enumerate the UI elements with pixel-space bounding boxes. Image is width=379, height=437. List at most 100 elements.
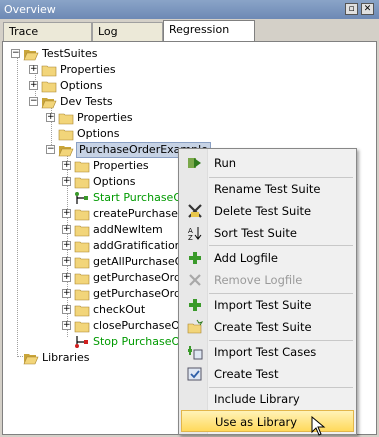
folder-icon bbox=[74, 273, 90, 285]
folder-icon bbox=[58, 129, 74, 141]
context-menu: Run Rename Test Suite Delete Test Suite … bbox=[178, 148, 357, 435]
menu-item-import-test-cases[interactable]: Import Test Cases bbox=[181, 341, 354, 363]
tree-node-suite-item[interactable]: + getPurchaseOrd bbox=[62, 270, 182, 286]
delete-icon bbox=[188, 204, 202, 218]
folder-icon bbox=[41, 81, 57, 93]
collapse-toggle[interactable]: − bbox=[29, 97, 38, 106]
pin-icon[interactable]: ▫ bbox=[345, 3, 358, 15]
panel-title-bar: Overview ▫ ✕ bbox=[0, 0, 379, 19]
tab-trace-analyzer[interactable]: Trace Analyzer bbox=[3, 22, 92, 56]
add-logfile-icon bbox=[189, 252, 201, 264]
menu-item-use-as-library[interactable]: Use as Library bbox=[181, 410, 354, 432]
tree-node-suite-item[interactable]: + closePurchaseO bbox=[62, 318, 182, 334]
tab-log-analyzer[interactable]: Log Analyzer bbox=[92, 22, 163, 56]
expand-toggle[interactable]: + bbox=[29, 65, 38, 74]
tree-node-properties[interactable]: + Properties bbox=[29, 62, 229, 78]
create-suite-icon bbox=[187, 319, 203, 334]
tree-node-suite-item[interactable]: + checkOut bbox=[62, 302, 182, 318]
folder-icon bbox=[41, 65, 57, 77]
tree-node-label: checkOut bbox=[93, 303, 146, 316]
start-flow-icon bbox=[75, 192, 88, 204]
menu-separator bbox=[209, 245, 353, 246]
folder-open-icon bbox=[23, 354, 39, 365]
folder-icon bbox=[74, 289, 90, 301]
tree-node-suite-item[interactable]: + getPurchaseOrd bbox=[62, 286, 182, 302]
folder-open-icon bbox=[23, 50, 39, 61]
tree-node-suite-item[interactable]: + Options bbox=[62, 174, 182, 190]
tree-node-label: getPurchaseOrd bbox=[93, 271, 181, 284]
expand-toggle[interactable]: + bbox=[62, 241, 71, 250]
stop-flow-icon bbox=[75, 336, 88, 348]
menu-item-delete-test-suite[interactable]: Delete Test Suite bbox=[181, 200, 354, 222]
expand-toggle[interactable]: + bbox=[62, 273, 71, 282]
tree-node-label: Options bbox=[93, 175, 136, 188]
tree-node-suite-item[interactable]: + Properties bbox=[62, 158, 182, 174]
tree-node-label: closePurchaseO bbox=[93, 319, 180, 332]
close-icon[interactable]: ✕ bbox=[361, 3, 374, 15]
menu-item-create-test-suite[interactable]: Create Test Suite bbox=[181, 316, 354, 338]
folder-icon bbox=[74, 321, 90, 333]
tree-node-suite-item[interactable]: + createPurchaseO bbox=[62, 206, 187, 222]
tree-node-dev-tests[interactable]: − Dev Tests bbox=[29, 94, 229, 110]
menu-item-run[interactable]: Run bbox=[181, 152, 354, 174]
tree-node-suite-item[interactable]: + addGratification bbox=[62, 238, 182, 254]
tree-node-label: getAllPurchaseO bbox=[93, 255, 184, 268]
sort-az-icon: AZ bbox=[188, 227, 202, 241]
run-icon bbox=[188, 158, 201, 168]
panel-title: Overview bbox=[4, 3, 56, 16]
collapse-toggle[interactable]: − bbox=[11, 49, 20, 58]
tab-regression-tests[interactable]: Regression Tests bbox=[163, 20, 255, 54]
tree-node-label: Properties bbox=[93, 159, 149, 172]
folder-icon bbox=[74, 305, 90, 317]
tree-node-testsuites[interactable]: − TestSuites bbox=[11, 46, 211, 62]
import-cases-icon bbox=[188, 346, 203, 360]
tree-node-dev-options[interactable]: Options bbox=[46, 126, 246, 142]
folder-icon bbox=[74, 209, 90, 221]
menu-item-sort-test-suite[interactable]: AZ Sort Test Suite bbox=[181, 222, 354, 244]
folder-icon bbox=[74, 225, 90, 237]
expand-toggle[interactable]: + bbox=[62, 225, 71, 234]
folder-icon bbox=[74, 241, 90, 253]
tree-node-label: getPurchaseOrd bbox=[93, 287, 181, 300]
tree-node-label: addNewItem bbox=[93, 223, 163, 236]
folder-open-icon bbox=[41, 98, 57, 109]
tree-node-options[interactable]: + Options bbox=[29, 78, 229, 94]
folder-icon bbox=[74, 161, 90, 173]
tree-node-label: Stop PurchaseO bbox=[93, 335, 181, 348]
expand-toggle[interactable]: + bbox=[62, 289, 71, 298]
remove-logfile-icon bbox=[189, 274, 201, 286]
expand-toggle[interactable]: + bbox=[62, 177, 71, 186]
svg-text:Z: Z bbox=[188, 234, 193, 241]
menu-item-add-logfile[interactable]: Add Logfile bbox=[181, 247, 354, 269]
menu-item-rename-test-suite[interactable]: Rename Test Suite bbox=[181, 178, 354, 200]
create-test-icon bbox=[187, 367, 202, 381]
tree-connector bbox=[17, 54, 18, 357]
tree-node-label: addGratification bbox=[93, 239, 182, 252]
expand-toggle[interactable]: + bbox=[62, 305, 71, 314]
expand-toggle[interactable]: + bbox=[62, 257, 71, 266]
folder-icon bbox=[74, 177, 90, 189]
expand-toggle[interactable]: + bbox=[62, 209, 71, 218]
tree-node-label: Start PurchaseO bbox=[93, 191, 182, 204]
tree-node-suite-item[interactable]: + getAllPurchaseO bbox=[62, 254, 184, 270]
menu-item-import-test-suite[interactable]: Import Test Suite bbox=[181, 294, 354, 316]
expand-toggle[interactable]: + bbox=[29, 81, 38, 90]
tree-node-suite-item[interactable]: + addNewItem bbox=[62, 222, 182, 238]
tree-node-suite-item[interactable]: Start PurchaseO bbox=[62, 190, 182, 206]
tree-node-label: createPurchaseO bbox=[93, 207, 187, 220]
folder-icon bbox=[58, 113, 74, 125]
tab-bar: Trace Analyzer Log Analyzer Regression T… bbox=[0, 19, 379, 56]
tree-node-dev-properties[interactable]: + Properties bbox=[46, 110, 246, 126]
import-suite-icon bbox=[189, 299, 201, 311]
collapse-toggle[interactable]: − bbox=[46, 145, 55, 154]
expand-toggle[interactable]: + bbox=[62, 161, 71, 170]
folder-open-icon bbox=[58, 146, 74, 157]
menu-item-remove-logfile[interactable]: Remove Logfile bbox=[181, 269, 354, 291]
menu-item-include-library[interactable]: Include Library bbox=[181, 388, 354, 410]
menu-item-create-test[interactable]: Create Test bbox=[181, 363, 354, 385]
expand-toggle[interactable]: + bbox=[62, 321, 71, 330]
mouse-cursor-icon bbox=[311, 416, 326, 436]
tree-node-suite-item[interactable]: Stop PurchaseO bbox=[62, 334, 182, 350]
expand-toggle[interactable]: + bbox=[46, 113, 55, 122]
folder-icon bbox=[74, 257, 90, 269]
